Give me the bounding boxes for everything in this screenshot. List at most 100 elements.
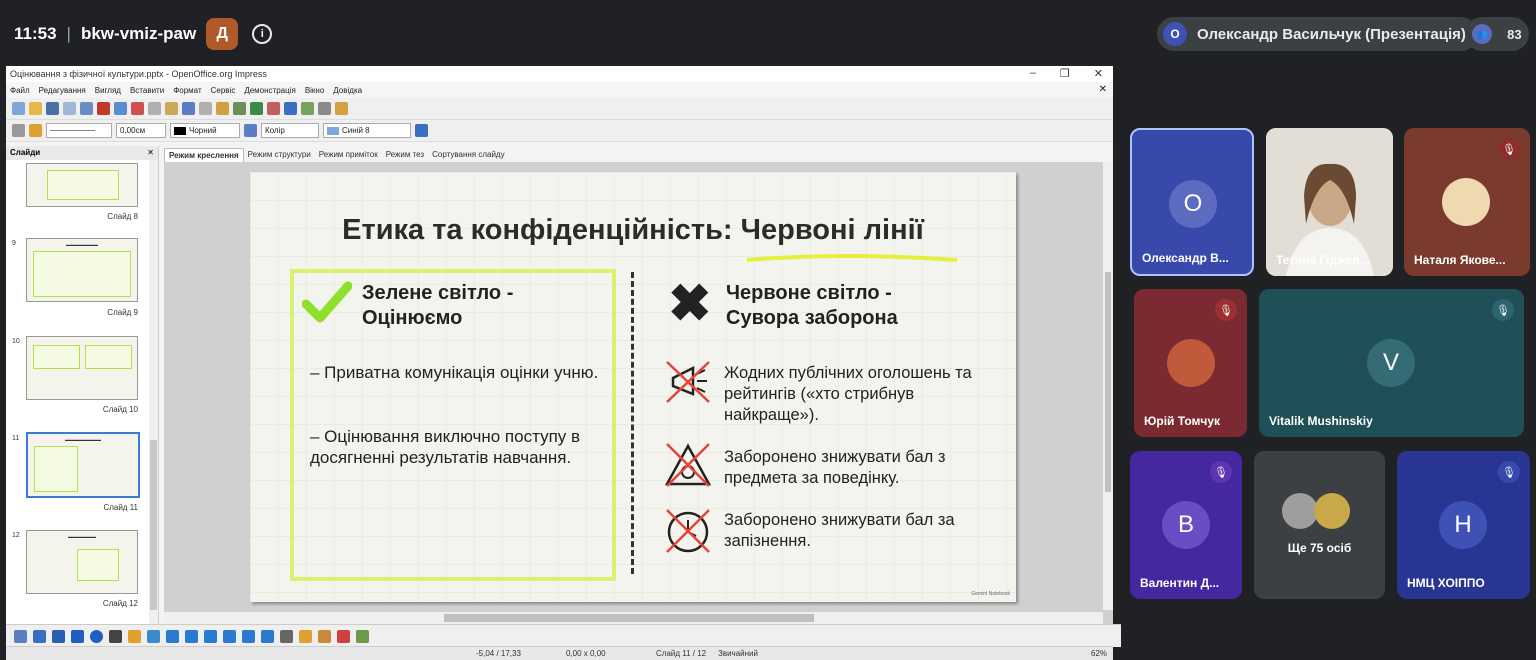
block-arrows-icon[interactable] xyxy=(204,629,217,643)
scrollbar-thumb[interactable] xyxy=(150,440,157,610)
slideshow-icon[interactable] xyxy=(335,102,348,115)
app-icon[interactable]: Д xyxy=(206,18,239,50)
navigator-icon[interactable] xyxy=(250,102,263,115)
save-icon[interactable] xyxy=(46,102,59,115)
line-tool-icon[interactable] xyxy=(33,629,46,643)
edit-icon[interactable] xyxy=(80,102,93,115)
participant-tile[interactable]: 🎙 Н НМЦ ХОІППО xyxy=(1397,451,1530,599)
ellipse-icon[interactable] xyxy=(90,629,103,643)
draw-functions-icon[interactable] xyxy=(267,102,280,115)
image-icon[interactable] xyxy=(318,629,331,643)
participant-tile[interactable]: 🎙 V Vitalik Mushinskiy xyxy=(1259,289,1524,437)
callouts-icon[interactable] xyxy=(242,629,255,643)
spellcheck-icon[interactable] xyxy=(114,102,127,115)
scrollbar-thumb[interactable] xyxy=(1105,272,1111,492)
slide-canvas[interactable]: Етика та конфіденційність: Червоні лінії… xyxy=(164,162,1113,624)
copy-icon[interactable] xyxy=(148,102,161,115)
menu-view[interactable]: Вигляд xyxy=(95,86,121,95)
slides-scrollbar[interactable] xyxy=(149,160,158,624)
menu-insert[interactable]: Вставити xyxy=(130,86,164,95)
tab-slide-sorter[interactable]: Сортування слайду xyxy=(428,148,509,162)
arrow-style-icon[interactable] xyxy=(29,124,42,137)
symbol-shapes-icon[interactable] xyxy=(185,629,198,643)
fill-bucket-icon[interactable] xyxy=(244,124,257,137)
tab-handout[interactable]: Режим тез xyxy=(382,148,428,162)
paste-icon[interactable] xyxy=(165,102,178,115)
menu-format[interactable]: Формат xyxy=(173,86,201,95)
extrusion-icon[interactable] xyxy=(356,629,369,643)
presenter-avatar: О xyxy=(1163,22,1187,46)
zoom-level[interactable]: 62% xyxy=(1091,649,1107,658)
clock: 11:53 xyxy=(14,24,57,43)
slide-thumbnail-10[interactable] xyxy=(26,336,138,400)
menu-slideshow[interactable]: Демонстрація xyxy=(244,86,296,95)
menu-window[interactable]: Вікно xyxy=(305,86,324,95)
menu-tools[interactable]: Сервіс xyxy=(211,86,236,95)
participant-tile[interactable]: 🎙 В Валентин Д... xyxy=(1130,451,1242,599)
arrow-tool-icon[interactable] xyxy=(52,629,65,643)
line-width-select[interactable]: 0,00см xyxy=(116,123,166,138)
current-slide[interactable]: Етика та конфіденційність: Червоні лінії… xyxy=(250,172,1016,602)
megaphone-crossed-icon xyxy=(666,361,710,403)
tab-notes[interactable]: Режим приміток xyxy=(315,148,382,162)
email-icon[interactable] xyxy=(63,102,76,115)
select-icon[interactable] xyxy=(14,629,27,643)
new-icon[interactable] xyxy=(12,102,25,115)
close-panel-icon[interactable]: ✕ xyxy=(147,146,154,160)
participant-tile-presenter[interactable]: О Олександр В... xyxy=(1130,128,1254,276)
line-icon[interactable] xyxy=(12,124,25,137)
help-icon[interactable] xyxy=(284,102,297,115)
layout-icon[interactable] xyxy=(318,102,331,115)
canvas-vertical-scrollbar[interactable] xyxy=(1103,162,1113,610)
info-icon[interactable]: i xyxy=(252,24,273,44)
line-style-select[interactable]: ──────── xyxy=(46,123,112,138)
slide-thumbnail-11-selected[interactable]: ▬▬▬▬▬▬▬▬▬ xyxy=(26,432,140,498)
chart-icon[interactable] xyxy=(216,102,229,115)
presenter-chip[interactable]: О Олександр Васильчук (Презентація) xyxy=(1157,17,1478,51)
muted-mic-icon: 🎙 xyxy=(1498,138,1520,160)
close-document-icon[interactable]: ✕ xyxy=(1099,84,1107,95)
scrollbar-thumb[interactable] xyxy=(444,614,814,622)
tab-drawing[interactable]: Режим креслення xyxy=(164,148,244,162)
line-color-select[interactable]: Чорний xyxy=(170,123,240,138)
menu-edit[interactable]: Редагування xyxy=(39,86,86,95)
participants-button[interactable]: 👥 83 xyxy=(1465,17,1529,51)
slide-icon[interactable] xyxy=(301,102,314,115)
x-mark-icon: ✖ xyxy=(668,275,712,333)
undo-icon[interactable] xyxy=(182,102,195,115)
canvas-horizontal-scrollbar[interactable] xyxy=(164,612,1103,624)
fontwork-icon[interactable] xyxy=(299,629,312,643)
rectangle-icon[interactable] xyxy=(71,629,84,643)
table-icon[interactable] xyxy=(233,102,246,115)
connector-icon[interactable] xyxy=(147,629,160,643)
minimize-icon[interactable]: – xyxy=(1030,67,1036,80)
participant-tile[interactable]: 🎙 Юрій Томчук xyxy=(1134,289,1247,437)
open-icon[interactable] xyxy=(29,102,42,115)
slide-thumbnail-8[interactable] xyxy=(26,163,138,207)
redo-icon[interactable] xyxy=(199,102,212,115)
pdf-icon[interactable] xyxy=(97,102,110,115)
participant-tile-video[interactable]: Тетяна Гіджел... xyxy=(1266,128,1393,276)
menu-help[interactable]: Довідка xyxy=(333,86,362,95)
gallery-icon[interactable] xyxy=(337,629,350,643)
points-icon[interactable] xyxy=(280,629,293,643)
participant-tile[interactable]: 🎙 Наталя Якове... xyxy=(1404,128,1530,276)
flowchart-icon[interactable] xyxy=(223,629,236,643)
fill-color-select[interactable]: Синій 8 xyxy=(323,123,411,138)
close-icon[interactable]: ✕ xyxy=(1094,67,1103,80)
restore-icon[interactable]: ❐ xyxy=(1060,67,1070,80)
stars-icon[interactable] xyxy=(261,629,274,643)
menu-file[interactable]: Файл xyxy=(10,86,30,95)
fill-mode-select[interactable]: Колір xyxy=(261,123,319,138)
more-participants-tile[interactable]: Ще 75 осіб xyxy=(1254,451,1385,599)
text-tool-icon[interactable] xyxy=(109,629,122,643)
tab-outline[interactable]: Режим структури xyxy=(244,148,315,162)
color-swatch xyxy=(174,126,186,135)
basic-shapes-icon[interactable] xyxy=(166,629,179,643)
cut-icon[interactable] xyxy=(131,102,144,115)
slide-thumbnail-12[interactable]: ▬▬▬▬▬▬▬ xyxy=(26,530,138,594)
slide-title-highlight: Червоні лінії xyxy=(740,214,924,246)
shadow-icon[interactable] xyxy=(415,124,428,137)
curve-icon[interactable] xyxy=(128,629,141,643)
slide-thumbnail-9[interactable]: ▬▬▬▬▬▬▬▬ xyxy=(26,238,138,302)
